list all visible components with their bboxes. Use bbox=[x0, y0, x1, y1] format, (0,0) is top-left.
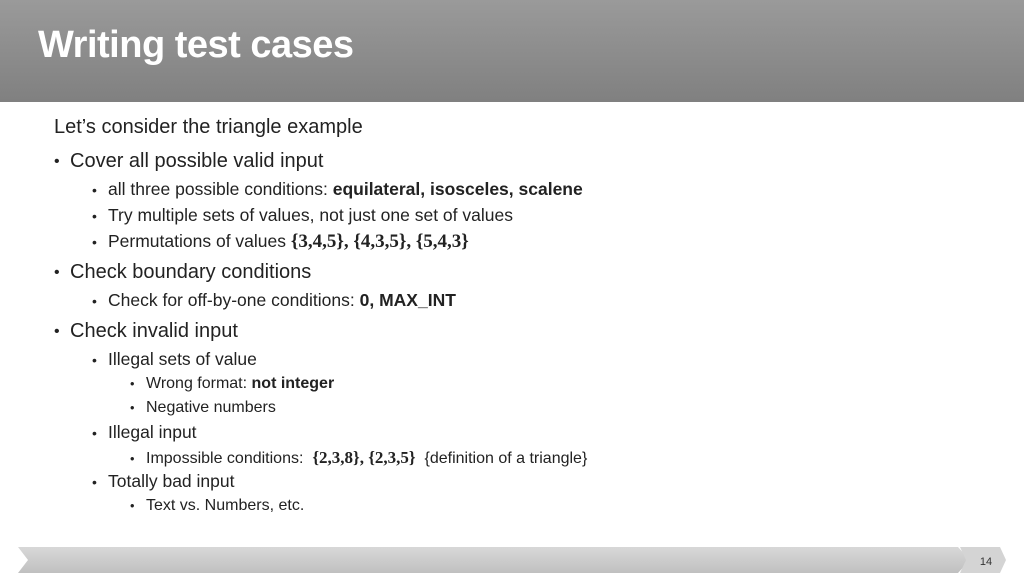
bullet-cover-valid-input: • Cover all possible valid input bbox=[54, 150, 324, 172]
bullet-icon: • bbox=[130, 376, 135, 392]
bullet-illegal-sets: • Illegal sets of value bbox=[92, 349, 257, 369]
bullet-icon: • bbox=[92, 425, 97, 442]
bullet-icon: • bbox=[92, 293, 97, 310]
bullet-icon: • bbox=[54, 263, 60, 281]
intro-text: Let’s consider the triangle example bbox=[54, 116, 363, 138]
bullet-icon: • bbox=[92, 474, 97, 491]
slide-title: Writing test cases bbox=[38, 24, 354, 66]
footer-chevron-bar bbox=[18, 547, 970, 573]
bullet-text-vs-numbers: • Text vs. Numbers, etc. bbox=[130, 497, 305, 514]
bullet-impossible-conditions: • Impossible conditions: {2,3,8}, {2,3,5}… bbox=[130, 448, 588, 467]
slide-header: Writing test cases bbox=[0, 0, 1024, 102]
bullet-off-by-one: • Check for off-by-one conditions: 0, MAX… bbox=[92, 290, 456, 310]
bullet-icon: • bbox=[130, 400, 135, 416]
bullet-icon: • bbox=[92, 208, 97, 225]
bullet-icon: • bbox=[130, 451, 135, 467]
bullet-negative-numbers: • Negative numbers bbox=[130, 399, 276, 416]
bullet-wrong-format: • Wrong format: not integer bbox=[130, 375, 335, 392]
bullet-icon: • bbox=[92, 352, 97, 369]
bullet-multiple-sets: • Try multiple sets of values, not just o… bbox=[92, 205, 513, 225]
bullet-icon: • bbox=[54, 322, 60, 340]
bullet-boundary-conditions: • Check boundary conditions bbox=[54, 261, 312, 283]
bullet-illegal-input: • Illegal input bbox=[92, 422, 197, 442]
bullet-three-conditions: • all three possible conditions: equilate… bbox=[92, 179, 583, 199]
bullet-icon: • bbox=[92, 234, 97, 251]
bullet-icon: • bbox=[92, 182, 97, 199]
bullet-icon: • bbox=[54, 152, 60, 170]
bullet-icon: • bbox=[130, 498, 135, 514]
page-number: 14 bbox=[979, 556, 993, 568]
bullet-permutations: • Permutations of values {3,4,5}, {4,3,5}… bbox=[92, 231, 469, 252]
bullet-invalid-input: • Check invalid input bbox=[54, 320, 238, 342]
bullet-totally-bad-input: • Totally bad input bbox=[92, 471, 235, 491]
